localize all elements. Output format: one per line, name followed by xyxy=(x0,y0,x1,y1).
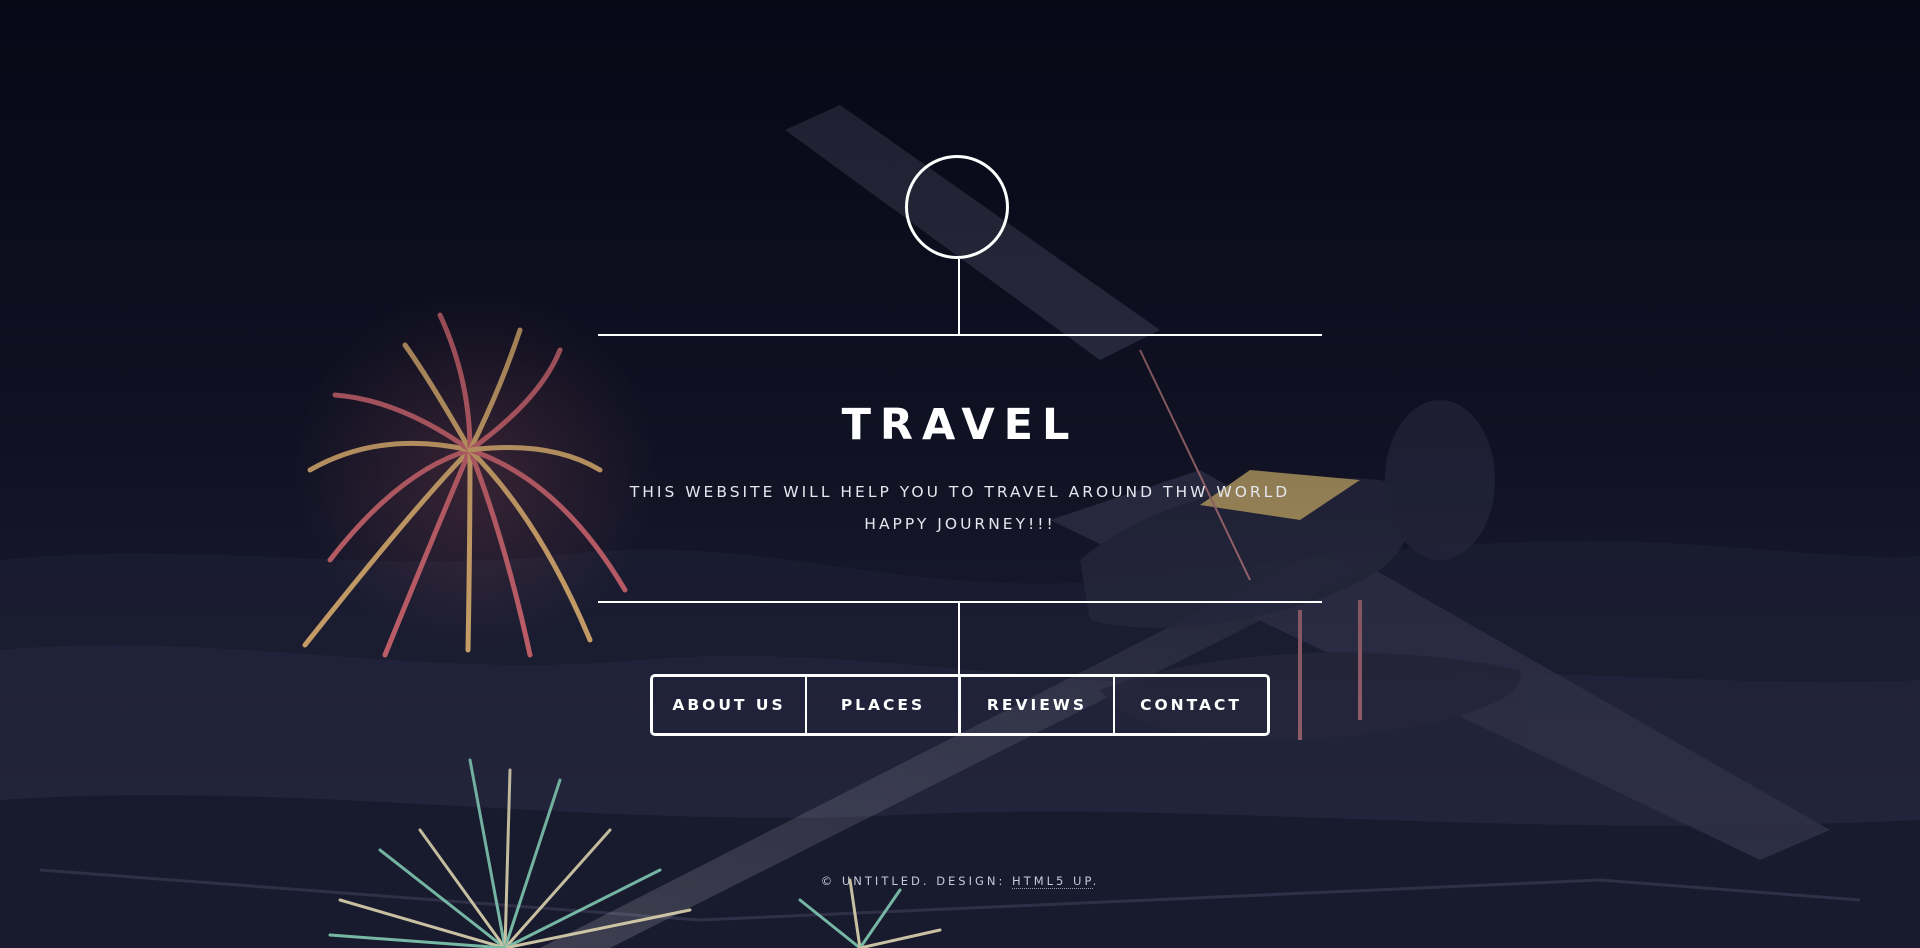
nav-item-places[interactable]: PLACES xyxy=(805,677,959,733)
footer-design-link[interactable]: HTML5 UP xyxy=(1012,874,1093,889)
logo-circle-icon xyxy=(905,155,1009,259)
divider-top xyxy=(598,334,1322,336)
footer: © UNTITLED. DESIGN: HTML5 UP. xyxy=(0,874,1920,889)
subtitle-line-2: HAPPY JOURNEY!!! xyxy=(864,515,1056,533)
footer-suffix: . xyxy=(1092,874,1100,888)
connector-line-top xyxy=(958,259,960,335)
divider-bottom xyxy=(598,601,1322,603)
subtitle-line-1: THIS WEBSITE WILL HELP YOU TO TRAVEL ARO… xyxy=(629,483,1291,501)
page: TRAVEL THIS WEBSITE WILL HELP YOU TO TRA… xyxy=(0,0,1920,948)
background-overlay xyxy=(0,0,1920,948)
footer-prefix: © UNTITLED. DESIGN: xyxy=(820,874,1013,888)
main-nav: ABOUT US PLACES REVIEWS CONTACT xyxy=(650,674,1270,736)
nav-item-about-us[interactable]: ABOUT US xyxy=(653,677,805,733)
nav-item-contact[interactable]: CONTACT xyxy=(1113,677,1267,733)
page-title: TRAVEL xyxy=(841,400,1079,450)
nav-item-reviews[interactable]: REVIEWS xyxy=(959,677,1113,733)
